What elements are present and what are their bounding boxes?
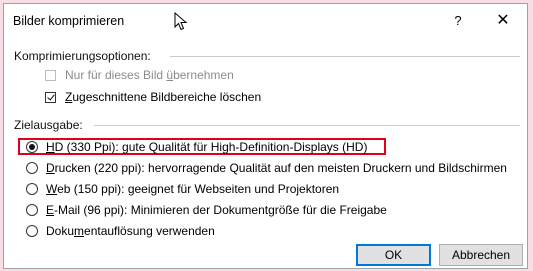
radio-web-150[interactable]: Web (150 ppi): geeignet für Webseiten un… bbox=[26, 182, 339, 196]
radio-label: HD (330 Ppi): gute Qualität für High-Def… bbox=[46, 140, 368, 154]
radio-label: E-Mail (96 ppi): Minimieren der Dokument… bbox=[46, 203, 387, 217]
close-button[interactable]: ✕ bbox=[486, 8, 520, 34]
radio-button[interactable] bbox=[26, 183, 38, 195]
radio-button[interactable] bbox=[26, 162, 38, 174]
radio-email-96[interactable]: E-Mail (96 ppi): Minimieren der Dokument… bbox=[26, 203, 387, 217]
mouse-pointer-icon bbox=[174, 12, 188, 31]
radio-button[interactable] bbox=[26, 204, 38, 216]
cancel-button[interactable]: Abbrechen bbox=[439, 244, 523, 266]
help-button[interactable]: ? bbox=[444, 8, 472, 34]
radio-document-resolution[interactable]: Dokumentauflösung verwenden bbox=[26, 224, 215, 238]
separator bbox=[170, 56, 520, 57]
title-bar: Bilder komprimieren ? ✕ bbox=[4, 4, 527, 38]
dialog-title: Bilder komprimieren bbox=[13, 14, 125, 28]
radio-label: Dokumentauflösung verwenden bbox=[46, 224, 215, 238]
compress-pictures-dialog: Bilder komprimieren ? ✕ Komprimierungsop… bbox=[3, 3, 528, 269]
target-output-heading: Zielausgabe: bbox=[14, 118, 83, 132]
radio-button[interactable] bbox=[26, 141, 38, 153]
radio-label: Web (150 ppi): geeignet für Webseiten un… bbox=[46, 182, 340, 196]
radio-print-220[interactable]: Drucken (220 ppi): hervorragende Qualitä… bbox=[26, 161, 507, 175]
ok-button[interactable]: OK bbox=[356, 244, 431, 266]
compression-options-heading: Komprimierungsoptionen: bbox=[14, 49, 151, 63]
checkbox-label: Nur für dieses Bild übernehmen bbox=[65, 68, 234, 82]
checkbox-box[interactable] bbox=[45, 69, 56, 81]
separator bbox=[94, 125, 520, 126]
checkbox-box[interactable] bbox=[45, 91, 56, 103]
radio-label: Drucken (220 ppi): hervorragende Qualitä… bbox=[46, 161, 507, 175]
checkbox-label: Zugeschnittene Bildbereiche löschen bbox=[65, 90, 262, 104]
radio-hd-330[interactable]: HD (330 Ppi): gute Qualität für High-Def… bbox=[26, 140, 367, 154]
delete-cropped-areas-checkbox[interactable]: Zugeschnittene Bildbereiche löschen bbox=[45, 90, 261, 104]
apply-only-this-picture-checkbox[interactable]: Nur für dieses Bild übernehmen bbox=[45, 68, 234, 82]
radio-button[interactable] bbox=[26, 225, 38, 237]
